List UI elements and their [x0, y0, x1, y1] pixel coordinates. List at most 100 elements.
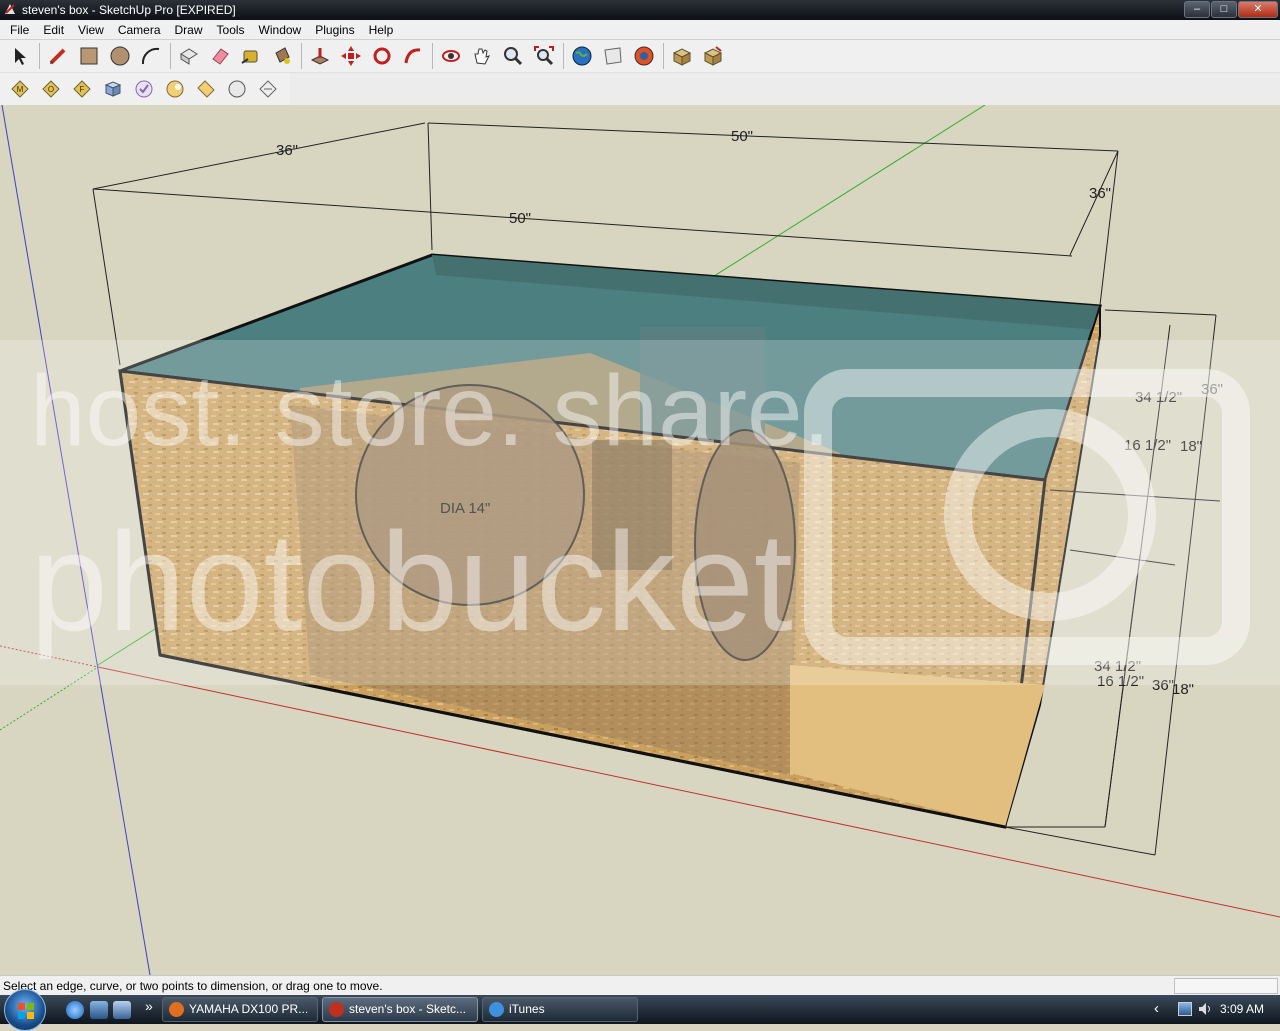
volume-icon[interactable]	[1198, 1002, 1212, 1016]
cube-tool[interactable]	[99, 75, 127, 103]
dim-top-back-left[interactable]: 36"	[276, 142, 298, 159]
taskbar-clock[interactable]: 3:09 AM	[1220, 1002, 1264, 1016]
system-tray: ‹ 3:09 AM	[1150, 995, 1280, 1024]
svg-text:F: F	[80, 85, 85, 94]
firefox-icon	[169, 1002, 184, 1017]
tray-expand-chevron[interactable]: ‹	[1154, 1000, 1159, 1017]
start-button[interactable]	[4, 989, 46, 1031]
dim-top-front-width[interactable]: 50"	[509, 210, 531, 227]
dim-right-a[interactable]: 34 1/2"	[1135, 389, 1182, 406]
eraser-tool[interactable]	[206, 42, 234, 70]
menu-edit[interactable]: Edit	[36, 23, 71, 37]
window-title: steven's box - SketchUp Pro [EXPIRED]	[22, 3, 236, 17]
ie-quicklaunch-icon[interactable]	[66, 1001, 84, 1019]
plugins-toolbar: M O F	[0, 73, 290, 105]
tag-f-tool[interactable]: F	[68, 75, 96, 103]
dim-lower-d[interactable]: 18"	[1172, 681, 1194, 698]
move-tool[interactable]	[337, 42, 365, 70]
dim-right-b[interactable]: 16 1/2"	[1124, 437, 1171, 454]
menu-draw[interactable]: Draw	[168, 23, 210, 37]
model-viewport[interactable]: 36" 50" 50" 36" 34 1/2" 36" 16 1/2" 18" …	[0, 105, 1280, 975]
push-pull-tool[interactable]	[306, 42, 334, 70]
paint-bucket-tool[interactable]	[268, 42, 296, 70]
dim-lower-c[interactable]: 36"	[1152, 677, 1174, 694]
tape-icon	[241, 50, 258, 64]
arc-tool[interactable]	[137, 42, 165, 70]
right-subwoofer-hole	[694, 429, 796, 661]
switch-windows-quicklaunch-icon[interactable]	[113, 1001, 131, 1019]
dim-right-d[interactable]: 18"	[1180, 438, 1202, 455]
dim-lower-b[interactable]: 16 1/2"	[1097, 673, 1144, 690]
pan-tool[interactable]	[468, 42, 496, 70]
taskbar-item-label: iTunes	[509, 1002, 545, 1016]
follow-me-tool[interactable]	[399, 42, 427, 70]
orbit-tool[interactable]	[437, 42, 465, 70]
component-icon	[180, 48, 198, 65]
sphere-icon	[228, 80, 246, 98]
tag-o-tool[interactable]: O	[37, 75, 65, 103]
get-models-tool[interactable]	[599, 42, 627, 70]
menu-plugins[interactable]: Plugins	[308, 23, 361, 37]
check-icon	[135, 80, 153, 98]
itunes-icon	[489, 1002, 504, 1017]
taskbar: » YAMAHA DX100 PR... steven's box - Sket…	[0, 989, 1280, 1031]
plane-tool[interactable]	[254, 75, 282, 103]
tape-measure-tool[interactable]	[237, 42, 265, 70]
main-toolbar	[0, 40, 1280, 73]
toolbar-separator	[663, 43, 664, 69]
rectangle-tool[interactable]	[75, 42, 103, 70]
google-earth-tool[interactable]	[568, 42, 596, 70]
maximize-button[interactable]: □	[1211, 1, 1237, 18]
menu-view[interactable]: View	[71, 23, 111, 37]
component-get-tool[interactable]	[668, 42, 696, 70]
rotate-tool[interactable]	[368, 42, 396, 70]
circle-tool[interactable]	[106, 42, 134, 70]
model-canvas[interactable]	[0, 105, 1280, 975]
desktop-quicklaunch-icon[interactable]	[90, 1001, 108, 1019]
share-model-tool[interactable]	[630, 42, 658, 70]
hand-icon	[474, 48, 490, 65]
svg-text:O: O	[48, 85, 54, 94]
toolbar-separator	[563, 43, 564, 69]
menu-help[interactable]: Help	[362, 23, 401, 37]
rectangle-icon	[80, 47, 98, 65]
dim-port-diameter[interactable]: DIA 14"	[440, 500, 490, 517]
menu-tools[interactable]: Tools	[210, 23, 252, 37]
plugin-a-tool[interactable]	[161, 75, 189, 103]
zoom-extents-tool[interactable]	[530, 42, 558, 70]
status-text: Select an edge, curve, or two points to …	[3, 979, 383, 993]
zoom-tool[interactable]	[499, 42, 527, 70]
svg-text:M: M	[17, 85, 24, 94]
speaker-icon	[1199, 1003, 1210, 1015]
menu-window[interactable]: Window	[252, 23, 309, 37]
plugin-icon	[166, 80, 184, 98]
tag-icon: O	[42, 80, 60, 98]
check-tool[interactable]	[130, 75, 158, 103]
dim-top-back-width[interactable]: 50"	[731, 128, 753, 145]
dim-right-c[interactable]: 36"	[1201, 381, 1223, 398]
tag-m-tool[interactable]: M	[6, 75, 34, 103]
tag-icon: F	[73, 80, 91, 98]
network-icon[interactable]	[1178, 1002, 1192, 1016]
select-tool[interactable]	[6, 42, 34, 70]
taskbar-item-itunes[interactable]: iTunes	[482, 997, 638, 1022]
rotate-icon	[373, 47, 391, 65]
component-share-tool[interactable]	[699, 42, 727, 70]
make-component-tool[interactable]	[175, 42, 203, 70]
measurements-box[interactable]	[1174, 978, 1278, 994]
dim-right-depth[interactable]: 36"	[1089, 185, 1111, 202]
taskbar-item-yamaha[interactable]: YAMAHA DX100 PR...	[162, 997, 318, 1022]
left-subwoofer-hole	[355, 384, 585, 606]
taskbar-item-sketchup[interactable]: steven's box - Sketc...	[322, 997, 478, 1022]
windows-flag-icon	[18, 1003, 34, 1019]
close-button[interactable]: ✕	[1238, 1, 1278, 18]
pencil-tool[interactable]	[44, 42, 72, 70]
plugin-b-tool[interactable]	[192, 75, 220, 103]
zoom-icon	[504, 47, 523, 66]
quicklaunch-overflow-chevron[interactable]: »	[145, 998, 153, 1014]
red-axis-neg	[0, 645, 99, 668]
menu-camera[interactable]: Camera	[111, 23, 168, 37]
sphere-tool[interactable]	[223, 75, 251, 103]
minimize-button[interactable]: –	[1184, 1, 1210, 18]
menu-file[interactable]: File	[3, 23, 36, 37]
